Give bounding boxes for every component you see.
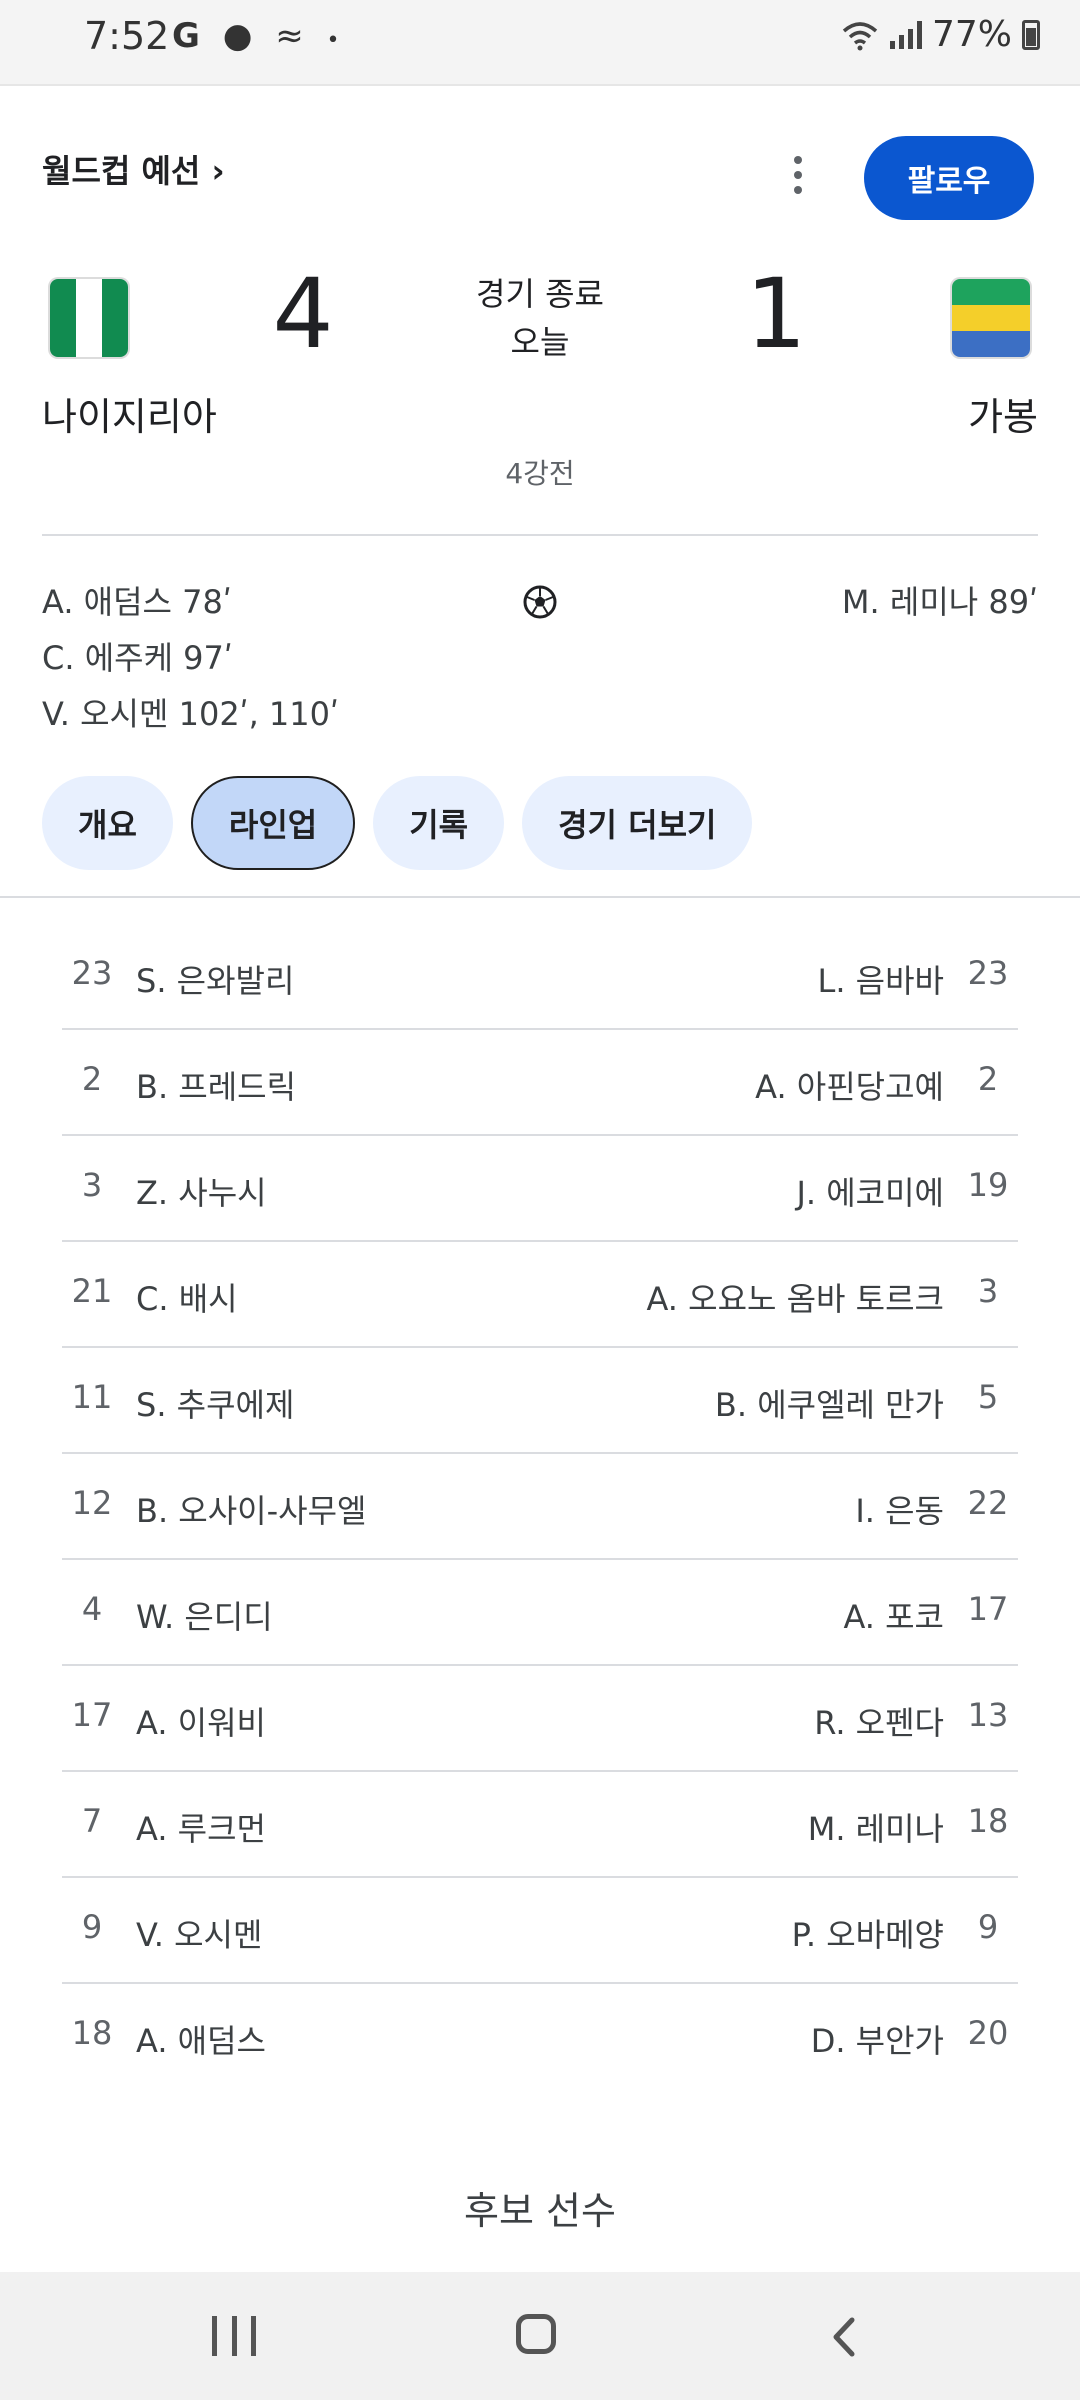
recents-icon[interactable] [212, 2316, 256, 2356]
match-tabs: 개요 라인업 기록 경기 더보기 [42, 776, 753, 870]
lineup-row: 9 V. 오시멘 P. 오바메양 9 [62, 1878, 1018, 1984]
away-player-number: 9 [977, 1908, 999, 1946]
away-player-name[interactable]: R. 오펜다 [814, 1698, 944, 1744]
signal-icon [889, 20, 922, 49]
lineup-row: 12 B. 오사이-사무엘 I. 은동 22 [62, 1454, 1018, 1560]
home-scorers: A. 애덤스 78ʹ C. 에주케 97ʹ V. 오시멘 102ʹ, 110ʹ [42, 574, 339, 742]
weather-icon: ≈ [275, 16, 310, 56]
back-icon[interactable] [822, 2314, 868, 2360]
system-icons: 77% [840, 14, 1040, 55]
home-player-name[interactable]: V. 오시멘 [136, 1910, 262, 1956]
match-date: 오늘 [510, 323, 570, 361]
competition-title-link[interactable]: 월드컵 예선 › [42, 146, 225, 192]
notification-icons: G ● ≈ • [172, 16, 346, 56]
away-player-name[interactable]: P. 오바메양 [792, 1910, 944, 1956]
match-status-line: 경기 종료 [476, 275, 604, 313]
away-player-number: 2 [977, 1060, 999, 1098]
nigeria-flag-icon [50, 279, 128, 357]
home-icon[interactable] [516, 2314, 556, 2354]
away-player-name[interactable]: M. 레미나 [808, 1804, 944, 1850]
home-player-number: 17 [71, 1696, 113, 1734]
tab-more-matches[interactable]: 경기 더보기 [522, 776, 753, 870]
lineup-list: 23 S. 은와발리 L. 음바바 23 2 B. 프레드릭 A. 아핀당고예 … [62, 924, 1018, 2090]
messenger-icon: ● [222, 16, 259, 56]
gabon-flag-icon [952, 279, 1030, 357]
away-player-name[interactable]: L. 음바바 [818, 956, 945, 1002]
more-options-button[interactable] [780, 150, 816, 200]
away-player-number: 18 [967, 1802, 1009, 1840]
away-player-number: 22 [967, 1484, 1009, 1522]
lineup-row: 3 Z. 사누시 J. 에코미에 19 [62, 1136, 1018, 1242]
home-player-name[interactable]: B. 오사이-사무엘 [136, 1486, 366, 1532]
match-round: 4강전 [505, 457, 575, 490]
away-player-number: 20 [967, 2014, 1009, 2052]
home-player-name[interactable]: A. 루크먼 [136, 1804, 266, 1850]
home-player-number: 7 [81, 1802, 103, 1840]
away-player-name[interactable]: A. 오요노 옴바 토르크 [646, 1274, 944, 1320]
tab-lineup[interactable]: 라인업 [190, 776, 356, 870]
match-status: 경기 종료 오늘 [440, 270, 640, 366]
away-player-name[interactable]: J. 에코미에 [796, 1168, 944, 1214]
lineup-row: 23 S. 은와발리 L. 음바바 23 [62, 924, 1018, 1030]
lineup-row: 11 S. 추쿠에제 B. 에쿠엘레 만가 5 [62, 1348, 1018, 1454]
home-team-name[interactable]: 나이지리아 [42, 386, 217, 441]
home-player-name[interactable]: W. 은디디 [136, 1592, 273, 1638]
away-player-number: 13 [967, 1696, 1009, 1734]
lineup-row: 2 B. 프레드릭 A. 아핀당고예 2 [62, 1030, 1018, 1136]
away-team-name[interactable]: 가봉 [968, 386, 1038, 441]
home-player-number: 23 [71, 954, 113, 992]
home-player-name[interactable]: S. 추쿠에제 [136, 1380, 294, 1426]
lineup-row: 21 C. 배시 A. 오요노 옴바 토르크 3 [62, 1242, 1018, 1348]
home-player-number: 21 [71, 1272, 113, 1310]
away-player-name[interactable]: I. 은동 [855, 1486, 944, 1532]
tab-stats[interactable]: 기록 [373, 776, 505, 870]
lineup-row: 4 W. 은디디 A. 포코 17 [62, 1560, 1018, 1666]
battery-percent: 77% [931, 14, 1012, 55]
home-player-name[interactable]: A. 이워비 [136, 1698, 266, 1744]
home-player-name[interactable]: C. 배시 [136, 1274, 238, 1320]
soccer-ball-icon [523, 585, 557, 619]
away-score: 1 [745, 258, 807, 370]
home-player-number: 12 [71, 1484, 113, 1522]
home-player-number: 9 [81, 1908, 103, 1946]
away-player-name[interactable]: A. 아핀당고예 [755, 1062, 944, 1108]
away-player-number: 23 [967, 954, 1009, 992]
scorer: V. 오시멘 102ʹ, 110ʹ [42, 695, 339, 733]
home-player-number: 18 [71, 2014, 113, 2052]
lineup-row: 18 A. 애덤스 D. 부안가 20 [62, 1984, 1018, 2090]
home-player-name[interactable]: S. 은와발리 [136, 956, 294, 1002]
status-time: 7:52 [84, 14, 170, 58]
away-player-number: 3 [977, 1272, 999, 1310]
away-player-name[interactable]: B. 에쿠엘레 만가 [715, 1380, 944, 1426]
home-score: 4 [272, 258, 334, 370]
wifi-icon [842, 21, 878, 50]
tab-overview[interactable]: 개요 [42, 776, 173, 870]
lineup-row: 7 A. 루크먼 M. 레미나 18 [62, 1772, 1018, 1878]
divider [42, 534, 1038, 536]
away-scorers: M. 레미나 89ʹ [842, 574, 1038, 630]
home-player-number: 11 [71, 1378, 113, 1416]
away-player-number: 17 [967, 1590, 1009, 1628]
home-player-number: 2 [81, 1060, 103, 1098]
away-player-name[interactable]: A. 포코 [843, 1592, 944, 1638]
google-icon: G [172, 16, 206, 56]
away-player-number: 5 [977, 1378, 999, 1416]
lineup-row: 17 A. 이워비 R. 오펜다 13 [62, 1666, 1018, 1772]
more-vert-icon [794, 156, 802, 164]
home-player-name[interactable]: A. 애덤스 [136, 2016, 266, 2062]
dot-icon: • [326, 28, 346, 53]
away-player-name[interactable]: D. 부안가 [811, 2016, 944, 2062]
battery-icon [1022, 19, 1040, 50]
substitutes-heading: 후보 선수 [464, 2189, 616, 2233]
away-player-number: 19 [967, 1166, 1009, 1204]
scorer: A. 애덤스 78ʹ [42, 583, 232, 621]
home-player-name[interactable]: Z. 사누시 [136, 1168, 267, 1214]
home-player-number: 4 [81, 1590, 103, 1628]
scorer: C. 에주케 97ʹ [42, 639, 233, 677]
scorer: M. 레미나 89ʹ [841, 583, 1038, 621]
follow-button[interactable]: 팔로우 [864, 136, 1034, 220]
home-player-name[interactable]: B. 프레드릭 [136, 1062, 296, 1108]
home-player-number: 3 [81, 1166, 103, 1204]
divider [0, 896, 1080, 898]
